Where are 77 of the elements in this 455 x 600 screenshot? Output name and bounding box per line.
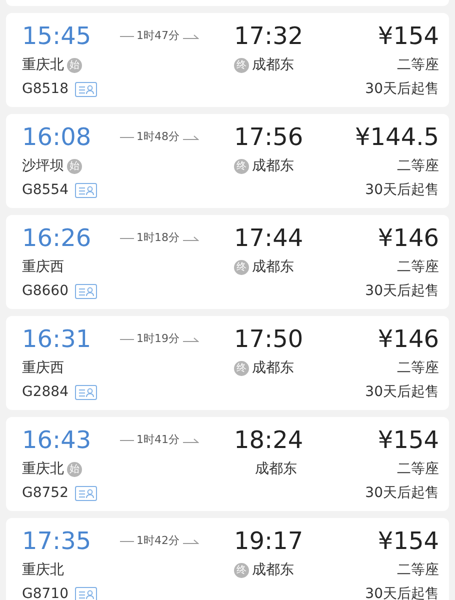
train-card[interactable]: 16:31 1时19分 17:50 ¥146 重庆西 终 成都东 二等座 G2884 30天后起售 <box>6 316 449 410</box>
seat-class: 二等座 <box>397 56 439 74</box>
arrival-time: 17:32 <box>234 24 304 48</box>
departure-station: 重庆北 <box>22 560 64 580</box>
arrival-station: 成都东 <box>252 156 294 176</box>
dash-line <box>120 136 134 138</box>
seat-class: 二等座 <box>397 258 439 276</box>
passenger-icon <box>75 486 98 500</box>
price-text: ¥146 <box>378 226 439 250</box>
train-card[interactable]: 17:35 1时42分 19:17 ¥154 重庆北 终 成都东 二等座 G8710 30天后起售 <box>6 518 449 600</box>
arrival-time: 19:17 <box>234 529 304 553</box>
arrival-time: 18:24 <box>234 428 304 452</box>
train-card[interactable]: 16:43 1时41分 18:24 ¥154 重庆北 始 成都东 二等座 G8752 30天后起售 <box>6 417 449 511</box>
duration-text: 1时48分 <box>136 128 180 145</box>
departure-station: 重庆西 <box>22 258 64 276</box>
train-number: G8518 <box>22 80 68 98</box>
passenger-icon <box>75 82 98 96</box>
arrival-time: 17:50 <box>234 327 304 351</box>
arrival-station: 成都东 <box>252 56 294 74</box>
departure-time: 16:31 <box>22 327 92 351</box>
origin-badge: 始 <box>67 158 82 174</box>
terminal-badge: 终 <box>234 158 249 174</box>
arrival-time: 17:56 <box>234 125 304 149</box>
train-card[interactable]: 16:08 1时48分 17:56 ¥144.5 沙坪坝 始 终 成都东 二等座 G8554 30天后起售 <box>6 114 449 208</box>
sale-note: 30天后起售 <box>365 282 439 300</box>
passenger-icon <box>75 182 98 198</box>
departure-time: 16:08 <box>22 125 92 149</box>
price-text: ¥154 <box>378 428 439 452</box>
departure-station: 重庆北 <box>22 460 64 478</box>
price-text: ¥144.5 <box>355 125 439 149</box>
arrival-station: 成都东 <box>255 460 297 478</box>
price-text: ¥154 <box>378 24 439 48</box>
train-card[interactable]: 15:45 1时47分 17:32 ¥154 重庆北 始 终 成都东 二等座 G8518 30天后起售 <box>6 13 449 107</box>
arrival-station: 成都东 <box>252 358 294 378</box>
duration-text: 1时19分 <box>136 330 180 347</box>
departure-station: 沙坪坝 <box>22 156 64 176</box>
sale-note: 30天后起售 <box>365 584 439 600</box>
seat-class: 二等座 <box>397 156 439 176</box>
sale-note: 30天后起售 <box>365 80 439 98</box>
duration-text: 1时42分 <box>136 532 180 549</box>
dash-line <box>120 540 134 542</box>
sale-note: 30天后起售 <box>365 382 439 402</box>
departure-time: 16:26 <box>22 226 92 250</box>
train-number: G8554 <box>22 180 68 200</box>
origin-badge: 始 <box>67 58 82 72</box>
sale-note: 30天后起售 <box>365 180 439 200</box>
departure-time: 17:35 <box>22 529 92 553</box>
departure-time: 15:45 <box>22 24 92 48</box>
terminal-badge: 终 <box>234 58 249 72</box>
train-number: G2884 <box>22 382 68 402</box>
train-number: G8752 <box>22 484 68 502</box>
arrival-time: 17:44 <box>234 226 304 250</box>
passenger-icon <box>75 586 98 600</box>
origin-badge: 始 <box>67 462 82 476</box>
arrival-station: 成都东 <box>252 258 294 276</box>
departure-time: 16:43 <box>22 428 92 452</box>
departure-station: 重庆西 <box>22 358 64 378</box>
train-number: G8660 <box>22 282 68 300</box>
duration-text: 1时41分 <box>136 432 180 448</box>
train-number: G8710 <box>22 584 68 600</box>
terminal-badge: 终 <box>234 562 249 578</box>
duration-text: 1时18分 <box>136 230 180 246</box>
arrival-station: 成都东 <box>252 560 294 580</box>
passenger-icon <box>75 384 98 400</box>
passenger-icon <box>75 284 98 298</box>
train-card[interactable]: 16:26 1时18分 17:44 ¥146 重庆西 终 成都东 二等座 G8660 30天后起售 <box>6 215 449 309</box>
seat-class: 二等座 <box>397 358 439 378</box>
price-text: ¥146 <box>378 327 439 351</box>
dash-line <box>120 338 134 340</box>
seat-class: 二等座 <box>397 460 439 478</box>
departure-station: 重庆北 <box>22 56 64 74</box>
terminal-badge: 终 <box>234 260 249 274</box>
price-text: ¥154 <box>378 529 439 553</box>
seat-class: 二等座 <box>397 560 439 580</box>
duration-text: 1时47分 <box>136 28 180 44</box>
sale-note: 30天后起售 <box>365 484 439 502</box>
terminal-badge: 终 <box>234 360 249 376</box>
